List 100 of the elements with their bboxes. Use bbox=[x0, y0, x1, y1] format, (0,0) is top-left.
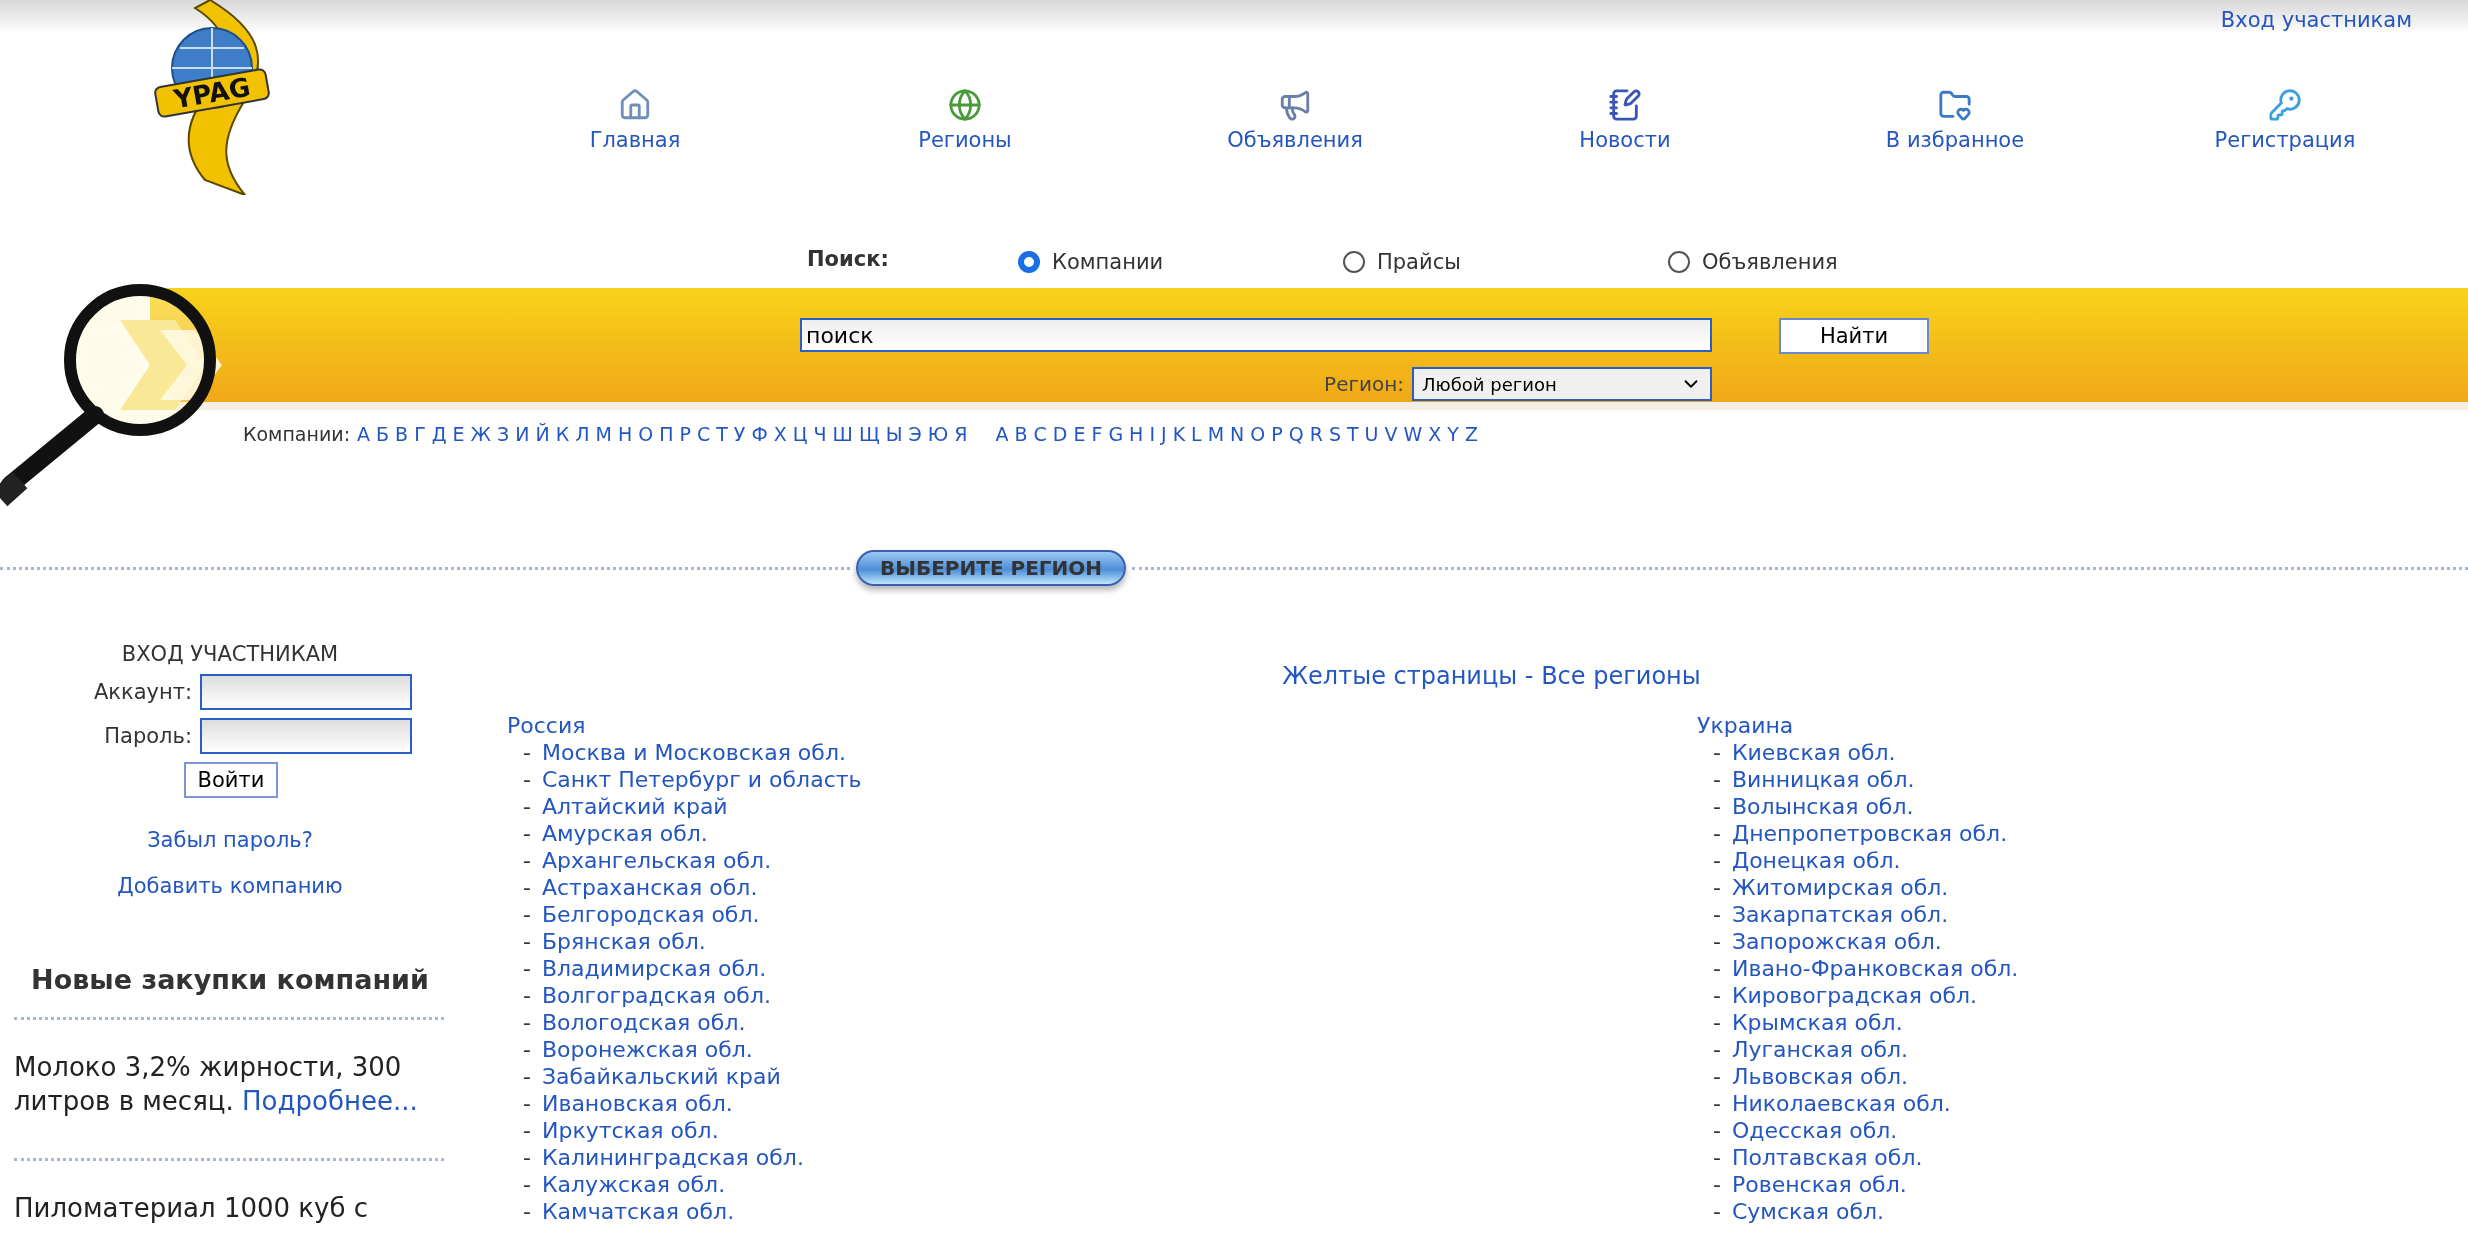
letter-link[interactable]: F bbox=[1091, 423, 1103, 445]
letter-link[interactable]: Н bbox=[617, 423, 633, 445]
letter-link[interactable]: Э bbox=[908, 423, 922, 445]
letter-link[interactable]: Z bbox=[1464, 423, 1478, 445]
region-link[interactable]: Москва и Московская обл. bbox=[541, 739, 846, 766]
add-company-link[interactable]: Добавить компанию bbox=[117, 874, 343, 898]
letter-link[interactable]: Щ bbox=[858, 423, 880, 445]
region-link[interactable]: Астраханская обл. bbox=[541, 874, 758, 901]
radio-circle[interactable] bbox=[1343, 251, 1365, 273]
letter-link[interactable]: Ш bbox=[832, 423, 853, 445]
letter-link[interactable]: М bbox=[595, 423, 612, 445]
region-link[interactable]: Ровенская обл. bbox=[1731, 1171, 1907, 1198]
letter-link[interactable]: U bbox=[1364, 423, 1379, 445]
letter-link[interactable]: Ж bbox=[470, 423, 492, 445]
search-type-radio[interactable]: Объявления bbox=[1668, 250, 1993, 274]
region-link[interactable]: Белгородская обл. bbox=[541, 901, 760, 928]
letter-link[interactable]: O bbox=[1250, 423, 1266, 445]
region-link[interactable]: Закарпатская обл. bbox=[1731, 901, 1949, 928]
letter-link[interactable]: Ч bbox=[813, 423, 827, 445]
nav-link[interactable]: Регистрация bbox=[2214, 88, 2356, 152]
region-link[interactable]: Запорожская обл. bbox=[1731, 928, 1942, 955]
letter-link[interactable]: Г bbox=[414, 423, 426, 445]
search-type-radio[interactable]: Прайсы bbox=[1343, 250, 1668, 274]
region-link[interactable]: Николаевская обл. bbox=[1731, 1090, 1951, 1117]
letter-link[interactable]: Х bbox=[773, 423, 787, 445]
region-link[interactable]: Донецкая обл. bbox=[1731, 847, 1901, 874]
choose-region-button[interactable]: ВЫБЕРИТЕ РЕГИОН bbox=[856, 550, 1127, 586]
region-link[interactable]: Луганская обл. bbox=[1731, 1036, 1909, 1063]
letter-link[interactable]: Й bbox=[535, 423, 550, 445]
letter-link[interactable]: А bbox=[357, 423, 371, 445]
letter-link[interactable]: L bbox=[1191, 423, 1202, 445]
region-link[interactable]: Житомирская обл. bbox=[1731, 874, 1949, 901]
region-link[interactable]: Одесская обл. bbox=[1731, 1117, 1898, 1144]
region-link[interactable]: Винницкая обл. bbox=[1731, 766, 1915, 793]
letter-link[interactable]: V bbox=[1384, 423, 1398, 445]
letter-link[interactable]: Ф bbox=[751, 423, 768, 445]
nav-link[interactable]: В избранное bbox=[1885, 88, 2025, 152]
letter-link[interactable]: R bbox=[1309, 423, 1323, 445]
region-link[interactable]: Воронежская обл. bbox=[541, 1036, 753, 1063]
region-link[interactable]: Калужская обл. bbox=[541, 1171, 726, 1198]
letter-link[interactable]: Ц bbox=[792, 423, 808, 445]
letter-link[interactable]: M bbox=[1207, 423, 1225, 445]
region-link[interactable]: Калининградская обл. bbox=[541, 1144, 804, 1171]
radio-circle[interactable] bbox=[1668, 251, 1690, 273]
letter-link[interactable]: Л bbox=[575, 423, 590, 445]
letter-link[interactable]: У bbox=[733, 423, 746, 445]
region-link[interactable]: Камчатская обл. bbox=[541, 1198, 735, 1225]
letter-link[interactable]: И bbox=[515, 423, 530, 445]
country-link[interactable]: Украина bbox=[1697, 712, 1794, 739]
nav-link[interactable]: Новости bbox=[1579, 88, 1671, 152]
page-title-link[interactable]: Желтые страницы - Все регионы bbox=[1282, 662, 1701, 690]
letter-link[interactable]: З bbox=[497, 423, 510, 445]
letter-link[interactable]: P bbox=[1271, 423, 1283, 445]
nav-link[interactable]: Объявления bbox=[1227, 88, 1363, 152]
region-select[interactable]: Любой регион bbox=[1412, 367, 1712, 401]
region-link[interactable]: Киевская обл. bbox=[1731, 739, 1896, 766]
region-link[interactable]: Алтайский край bbox=[541, 793, 728, 820]
letter-link[interactable]: A bbox=[995, 423, 1009, 445]
region-link[interactable]: Иркутская обл. bbox=[541, 1117, 719, 1144]
region-link[interactable]: Сумская обл. bbox=[1731, 1198, 1885, 1225]
letter-link[interactable]: Р bbox=[679, 423, 691, 445]
letter-link[interactable]: Я bbox=[954, 423, 968, 445]
letter-link[interactable]: Б bbox=[376, 423, 390, 445]
region-link[interactable]: Полтавская обл. bbox=[1731, 1144, 1923, 1171]
letter-link[interactable]: B bbox=[1014, 423, 1028, 445]
region-link[interactable]: Брянская обл. bbox=[541, 928, 706, 955]
letter-link[interactable]: D bbox=[1052, 423, 1068, 445]
region-link[interactable]: Ивано-Франковская обл. bbox=[1731, 955, 2019, 982]
letter-link[interactable]: X bbox=[1428, 423, 1442, 445]
region-link[interactable]: Волынская обл. bbox=[1731, 793, 1914, 820]
details-link[interactable]: Подробнее... bbox=[242, 1086, 418, 1116]
letter-link[interactable]: C bbox=[1033, 423, 1047, 445]
nav-link[interactable]: Регионы bbox=[918, 88, 1012, 152]
search-type-radio[interactable]: Компании bbox=[1018, 250, 1343, 274]
region-link[interactable]: Львовская обл. bbox=[1731, 1063, 1909, 1090]
radio-circle[interactable] bbox=[1018, 251, 1040, 273]
letter-link[interactable]: S bbox=[1328, 423, 1341, 445]
letter-link[interactable]: W bbox=[1403, 423, 1423, 445]
region-link[interactable]: Волгоградская обл. bbox=[541, 982, 771, 1009]
letter-link[interactable]: G bbox=[1108, 423, 1124, 445]
region-link[interactable]: Вологодская обл. bbox=[541, 1009, 746, 1036]
account-field[interactable] bbox=[200, 674, 412, 710]
letter-link[interactable]: В bbox=[395, 423, 409, 445]
letter-link[interactable]: К bbox=[555, 423, 570, 445]
letter-link[interactable]: Q bbox=[1288, 423, 1304, 445]
letter-link[interactable]: С bbox=[696, 423, 711, 445]
country-link[interactable]: Россия bbox=[507, 712, 586, 739]
region-link[interactable]: Днепропетровская обл. bbox=[1731, 820, 2008, 847]
letter-link[interactable]: T bbox=[1347, 423, 1359, 445]
region-link[interactable]: Владимирская обл. bbox=[541, 955, 767, 982]
letter-link[interactable]: N bbox=[1230, 423, 1245, 445]
letter-link[interactable]: Ы bbox=[885, 423, 903, 445]
region-link[interactable]: Санкт Петербург и область bbox=[541, 766, 862, 793]
letter-link[interactable]: Е bbox=[452, 423, 465, 445]
region-link[interactable]: Крымская обл. bbox=[1731, 1009, 1903, 1036]
search-field[interactable]: поиск bbox=[800, 318, 1712, 352]
letter-link[interactable]: О bbox=[638, 423, 654, 445]
letter-link[interactable]: H bbox=[1129, 423, 1144, 445]
letter-link[interactable]: I bbox=[1149, 423, 1155, 445]
letter-link[interactable]: Ю bbox=[927, 423, 949, 445]
